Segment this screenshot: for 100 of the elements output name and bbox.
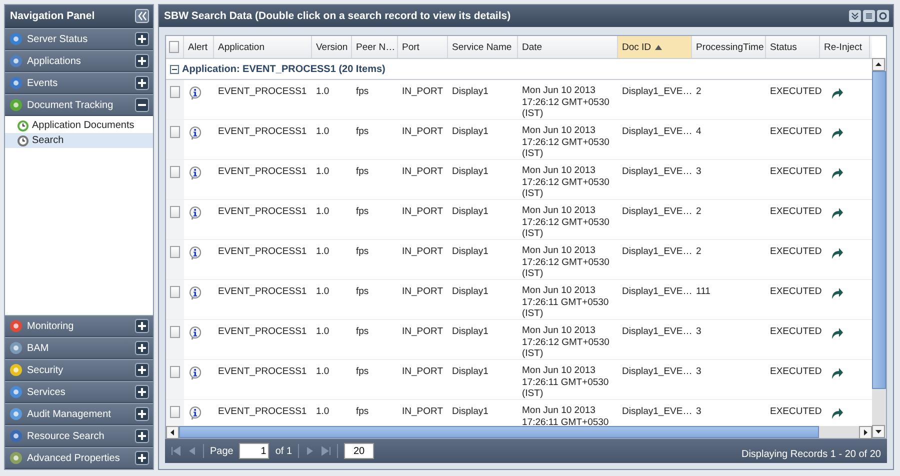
column-header[interactable]: Service Name [448,36,518,58]
scroll-right-icon[interactable] [859,426,872,439]
row-checkbox[interactable] [170,406,180,418]
collapse-icon[interactable] [170,64,179,74]
table-cell: EXECUTED [770,326,822,337]
table-cell: fps [356,286,369,297]
table-cell: Display1_EVE… [622,166,692,177]
vertical-scrollbar[interactable] [872,58,886,438]
table-cell: EVENT_PROCESS1 [218,326,307,337]
table-cell: EVENT_PROCESS1 [218,126,307,137]
table-cell: EVENT_PROCESS1 [218,166,307,177]
table-cell: EXECUTED [770,286,822,297]
column-header[interactable]: ProcessingTime [692,36,766,58]
reinject-arrow-icon[interactable] [830,126,844,140]
table-cell: Display1_EVE… [622,126,692,137]
page-number-input[interactable]: 1 [239,443,270,459]
reinject-arrow-icon[interactable] [830,166,844,180]
row-checkbox[interactable] [170,86,180,98]
tree-item[interactable]: Search [5,133,153,148]
sort-ascending-icon [655,44,662,50]
records-status: Displaying Records 1 - 20 of 20 [741,449,881,462]
nav-section-header[interactable]: Applications [5,50,153,72]
column-header[interactable]: Alert [184,36,214,58]
table-cell: 1.0 [316,286,330,297]
reinject-arrow-icon[interactable] [830,366,844,380]
scroll-up-icon[interactable] [872,58,885,71]
expand-icon[interactable] [135,407,149,421]
table-cell: 4 [696,126,702,137]
nav-section-header[interactable]: Audit Management [5,403,153,425]
reinject-arrow-icon[interactable] [830,206,844,220]
table-cell: Display1 [452,166,488,177]
section-icon [9,98,23,112]
expand-icon[interactable] [135,451,149,465]
table-cell: 3 [696,366,702,377]
row-checkbox[interactable] [170,126,180,138]
nav-section-header[interactable]: Advanced Properties [5,447,153,469]
table-cell: IN_PORT [402,86,444,97]
row-checkbox[interactable] [170,286,180,298]
row-checkbox[interactable] [170,326,180,338]
column-header[interactable]: Port [398,36,448,58]
reinject-arrow-icon[interactable] [830,86,844,100]
row-checkbox[interactable] [170,166,180,178]
nav-section-header[interactable]: BAM [5,337,153,359]
group-header[interactable]: Application: EVENT_PROCESS1 (20 Items) [166,59,872,80]
reinject-arrow-icon[interactable] [830,326,844,340]
table-cell: Mon Jun 10 2013 17:26:11 GMT+0530 [522,405,609,426]
nav-section-header[interactable]: Server Status [5,28,153,50]
nav-section-header[interactable]: Monitoring [5,315,153,337]
row-checkbox[interactable] [170,206,180,218]
tree-item[interactable]: Application Documents [5,118,153,133]
reinject-arrow-icon[interactable] [830,286,844,300]
collapse-icon[interactable] [849,10,861,22]
expand-icon[interactable] [135,363,149,377]
nav-section-header[interactable]: Services [5,381,153,403]
scroll-down-icon[interactable] [872,425,885,438]
expand-icon[interactable] [135,319,149,333]
row-checkbox[interactable] [170,246,180,258]
nav-section-header[interactable]: Events [5,72,153,94]
page-size-input[interactable]: 20 [344,443,374,459]
column-header[interactable]: Re-Inject [820,36,870,58]
table-cell: fps [356,326,369,337]
table-cell: IN_PORT [402,326,444,337]
expand-icon[interactable] [135,54,149,68]
scroll-left-icon[interactable] [166,426,179,439]
horizontal-scrollbar[interactable] [166,426,872,438]
reinject-arrow-icon[interactable] [830,246,844,260]
nav-section-header[interactable]: Security [5,359,153,381]
table-cell: fps [356,246,369,257]
table-cell: 1.0 [316,406,330,417]
table-cell: EVENT_PROCESS1 [218,406,307,417]
column-header[interactable]: Application [214,36,312,58]
page-count: of 1 [275,446,292,456]
page-label: Page [210,446,234,456]
panel-title: SBW Search Data (Double click on a search record to view its details) [164,10,512,22]
table-cell: Display1_EVE… [622,366,692,377]
collapse-icon[interactable] [135,98,149,112]
row-checkbox[interactable] [170,366,180,378]
expand-icon[interactable] [135,32,149,46]
select-all-checkbox[interactable] [169,41,179,53]
info-icon [188,326,202,340]
table-cell: 1.0 [316,326,330,337]
table-cell: EXECUTED [770,366,822,377]
table-cell: 1.0 [316,166,330,177]
expand-icon[interactable] [135,341,149,355]
nav-section-header[interactable]: Resource Search [5,425,153,447]
column-header[interactable]: Version [312,36,352,58]
expand-icon[interactable] [135,76,149,90]
expand-icon[interactable] [135,385,149,399]
section-icon [9,363,23,377]
table-cell: Display1 [452,286,488,297]
column-header[interactable]: Peer N… [352,36,398,58]
nav-section-header[interactable]: Document Tracking [5,94,153,116]
table-cell: fps [356,406,369,417]
table-cell: Mon Jun 10 2013 17:26:12 GMT+0530 (IST) [522,325,610,360]
reinject-arrow-icon[interactable] [830,406,844,420]
column-header[interactable]: Status [766,36,820,58]
section-icon [9,32,23,46]
expand-icon[interactable] [135,429,149,443]
table-cell: Display1_EVE… [622,206,692,217]
column-header[interactable]: Doc ID [618,36,692,58]
